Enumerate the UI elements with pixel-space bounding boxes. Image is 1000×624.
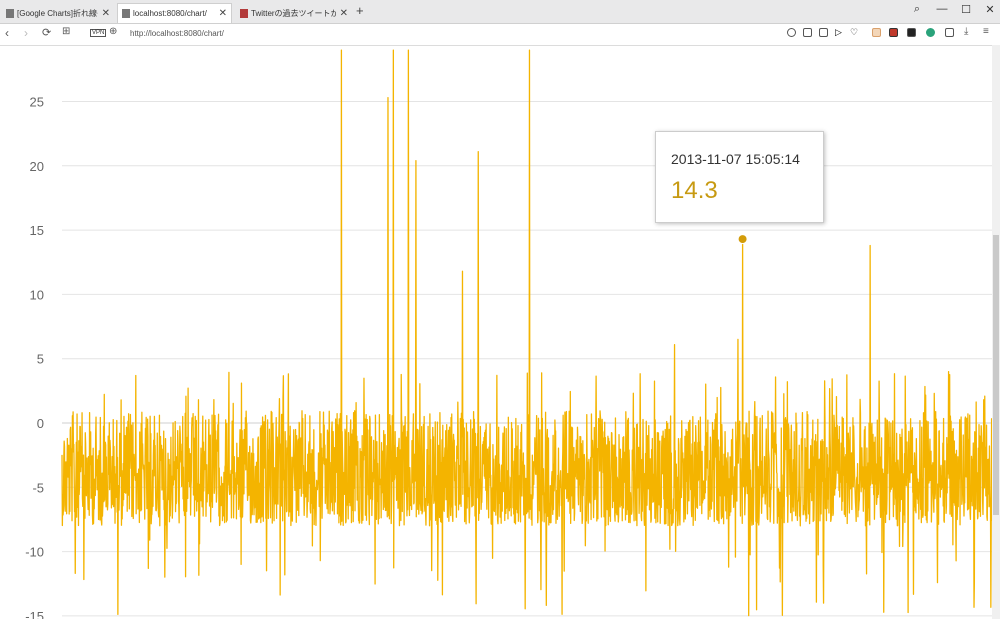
extension-icon[interactable] — [926, 28, 935, 37]
y-tick-label: 5 — [37, 352, 44, 367]
close-icon[interactable]: ✕ — [102, 8, 110, 19]
globe-icon: ⊕ — [109, 26, 118, 37]
highlight-point — [737, 234, 748, 245]
tab-label: [Google Charts]折れ線グラフ — [17, 8, 98, 18]
y-tick-label: 25 — [30, 95, 44, 110]
tab-twitter[interactable]: Twitterの過去ツイートからベスト ✕ — [236, 3, 352, 23]
extension-icon[interactable] — [872, 28, 881, 37]
chart-area: 25 20 15 10 5 0 -5 -10 -15 — [0, 45, 1000, 624]
page-icon — [122, 9, 130, 18]
search-icon[interactable]: ⌕ — [909, 3, 925, 16]
highlight-marker — [737, 234, 748, 245]
page-icon — [6, 8, 14, 18]
chart-tooltip: 2013-11-07 15:05:14 14.3 — [655, 131, 824, 223]
series-path — [61, 49, 994, 617]
y-tick-label: -5 — [32, 480, 44, 495]
tab-bar: [Google Charts]折れ線グラフ ✕ localhost:8080/c… — [0, 0, 1000, 24]
download-icon[interactable]: ⤓ — [964, 26, 968, 37]
tab-label: Twitterの過去ツイートからベスト — [251, 8, 336, 18]
vpn-badge[interactable]: VPN — [90, 29, 107, 37]
grid-lines — [62, 101, 993, 617]
tab-google-charts[interactable]: [Google Charts]折れ線グラフ ✕ — [2, 3, 114, 23]
back-icon[interactable]: ‹ — [5, 26, 9, 40]
tooltip-value: 14.3 — [671, 177, 718, 204]
tab-localhost-chart[interactable]: localhost:8080/chart/ ✕ — [117, 3, 232, 23]
vertical-scrollbar[interactable] — [992, 45, 1000, 619]
page-icon — [240, 8, 248, 18]
camera-icon[interactable] — [803, 28, 812, 37]
y-tick-label: 15 — [30, 223, 44, 238]
bookmark-icon[interactable] — [907, 28, 916, 37]
address-bar: ‹ › ⟳ ⊞ VPN ⊕ http://localhost:8080/char… — [0, 24, 1000, 46]
reload-icon[interactable]: ⟳ — [42, 26, 51, 39]
grid-icon[interactable]: ⊞ — [62, 26, 70, 37]
y-tick-label: -15 — [25, 609, 44, 619]
line-chart: 25 20 15 10 5 0 -5 -10 -15 — [25, 49, 994, 624]
shield-icon[interactable] — [819, 28, 828, 37]
new-tab-button[interactable]: + — [356, 3, 364, 18]
y-tick-label: 0 — [37, 416, 44, 431]
forward-icon[interactable]: › — [24, 26, 28, 40]
menu-icon[interactable]: ≡ — [983, 26, 989, 37]
close-window-button[interactable]: ✕ — [982, 3, 998, 16]
scrollbar-thumb[interactable] — [993, 235, 999, 515]
heart-icon[interactable]: ♡ — [850, 27, 859, 37]
box-icon[interactable] — [945, 28, 954, 37]
tooltip-date: 2013-11-07 15:05:14 — [671, 151, 800, 167]
send-icon[interactable]: ▷ — [835, 27, 844, 37]
tab-label: localhost:8080/chart/ — [133, 9, 207, 18]
close-icon[interactable]: ✕ — [219, 8, 227, 19]
y-tick-label: 10 — [30, 287, 44, 302]
extension-icon[interactable] — [889, 28, 898, 37]
series-line — [61, 49, 994, 617]
close-icon[interactable]: ✕ — [340, 8, 348, 19]
zoom-icon[interactable] — [787, 28, 796, 37]
y-tick-label: 20 — [30, 159, 44, 174]
maximize-button[interactable]: ☐ — [958, 3, 974, 16]
y-axis: 25 20 15 10 5 0 -5 -10 -15 — [25, 95, 44, 624]
minimize-button[interactable]: — — [934, 3, 950, 15]
y-tick-label: -10 — [25, 545, 44, 560]
url-field[interactable]: http://localhost:8080/chart/ — [130, 29, 224, 38]
